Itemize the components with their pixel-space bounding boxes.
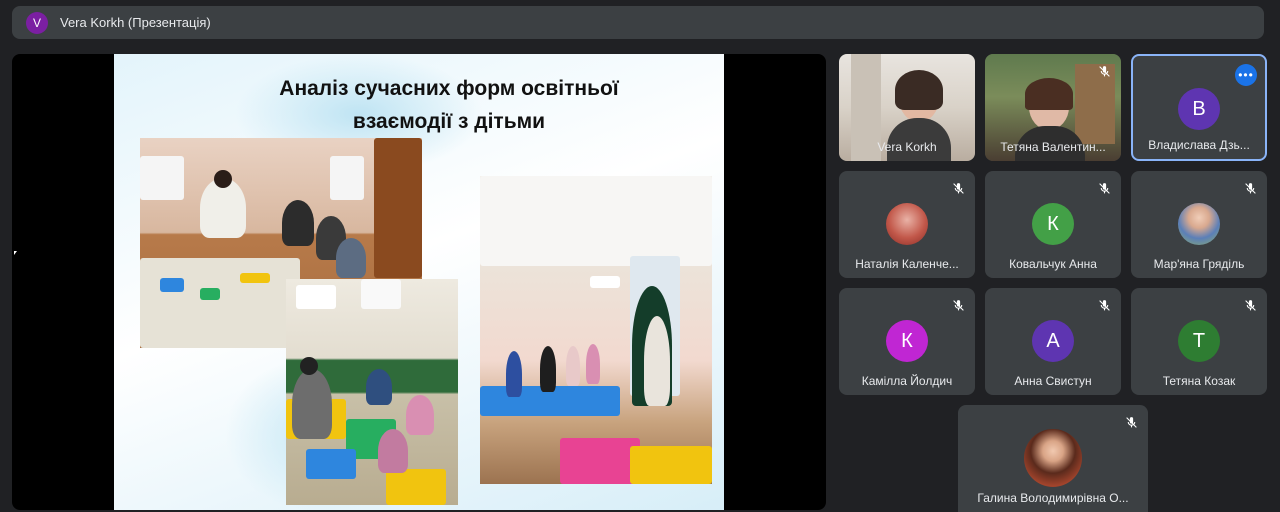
presenter-avatar: V <box>26 11 48 34</box>
participant-photo <box>886 203 928 245</box>
participant-tile-tetiana-valentyn[interactable]: Тетяна Валентин... <box>985 54 1121 161</box>
participant-tile-natalia[interactable]: Наталія Каленче... <box>839 171 975 278</box>
mic-off-icon <box>949 296 967 314</box>
participant-name: Владислава Дзь... <box>1148 138 1250 152</box>
participant-name: Наталія Каленче... <box>855 257 959 271</box>
slide-photo-christmas-hall <box>480 176 712 484</box>
mic-off-icon <box>1241 296 1259 314</box>
presenter-title: Vera Korkh (Презентація) <box>60 15 211 30</box>
participant-name: Тетяна Козак <box>1162 374 1236 388</box>
participant-avatar: К <box>886 320 928 362</box>
participant-photo <box>1178 203 1220 245</box>
participant-name: Анна Свистун <box>1014 374 1092 388</box>
participant-photo <box>1024 429 1082 487</box>
participant-name: Vera Korkh <box>877 140 937 154</box>
participant-name: Тетяна Валентин... <box>1000 140 1106 154</box>
participant-tile-tetiana-kozak[interactable]: Т Тетяна Козак <box>1131 288 1267 395</box>
participant-tile-kovalchuk[interactable]: К Ковальчук Анна <box>985 171 1121 278</box>
participant-name: Камілла Йолдич <box>861 374 953 388</box>
participant-tile-vera-korkh[interactable]: Vera Korkh <box>839 54 975 161</box>
participant-tile-kamilla[interactable]: К Камілла Йолдич <box>839 288 975 395</box>
presenter-bar: V Vera Korkh (Презентація) <box>12 6 1264 39</box>
more-options-icon[interactable]: ••• <box>1235 64 1257 86</box>
presentation-stage[interactable]: Аналіз сучасних форм освітньої взаємодії… <box>12 54 826 510</box>
slide-photo-foam-mat <box>286 279 458 505</box>
participant-tile-vladyslava[interactable]: ••• В Владислава Дзь... <box>1131 54 1267 161</box>
mic-off-icon <box>949 179 967 197</box>
mouse-cursor <box>14 251 17 255</box>
mic-off-icon <box>1241 179 1259 197</box>
mic-off-icon <box>1095 296 1113 314</box>
slide-title-line-2: взаємодії з дітьми <box>352 110 546 133</box>
participant-avatar: К <box>1032 203 1074 245</box>
mic-off-icon <box>1095 179 1113 197</box>
participant-tile-anna-svystun[interactable]: А Анна Свистун <box>985 288 1121 395</box>
participant-name: Галина Володимирівна О... <box>977 491 1129 505</box>
slide-title: Аналіз сучасних форм освітньої взаємодії… <box>114 72 724 138</box>
participant-avatar: А <box>1032 320 1074 362</box>
mic-off-icon <box>1095 62 1113 80</box>
participant-name: Ковальчук Анна <box>1009 257 1097 271</box>
presentation-slide: Аналіз сучасних форм освітньої взаємодії… <box>114 54 724 510</box>
participant-avatar: В <box>1178 88 1220 130</box>
participant-tile-maryana[interactable]: Мар'яна Гряділь <box>1131 171 1267 278</box>
slide-title-line-1: Аналіз сучасних форм освітньої <box>279 77 619 100</box>
participant-tile-halyna[interactable]: Галина Володимирівна О... <box>958 405 1148 512</box>
mic-off-icon <box>1122 413 1140 431</box>
participant-name: Мар'яна Гряділь <box>1153 257 1245 271</box>
participant-avatar: Т <box>1178 320 1220 362</box>
